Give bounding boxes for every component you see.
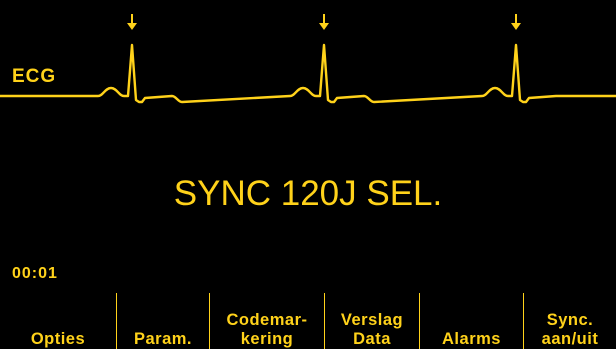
softkey-label-line2: Data (353, 330, 391, 348)
softkey-bar: Opties Param. Codemar- kering Verslag Da… (0, 293, 616, 349)
sync-marker-icon (319, 14, 329, 30)
sync-marker-icon (127, 14, 137, 30)
softkey-label-line2: Opties (30, 330, 86, 348)
softkey-alarms[interactable]: Alarms (420, 293, 523, 349)
ecg-lead-label: ECG (12, 66, 57, 87)
sync-marker-icon (511, 14, 521, 30)
softkey-verslag-data[interactable]: Verslag Data (325, 293, 419, 349)
softkey-label-line2: kering (240, 330, 294, 348)
softkey-label-line1: Verslag (340, 311, 404, 329)
defibrillator-monitor-screen: ECG SYNC 120J SEL. 00:01 Opties Param. C… (0, 0, 616, 349)
softkey-opties[interactable]: Opties (0, 293, 116, 349)
softkey-label-line2: Alarms (442, 330, 501, 348)
ecg-trace (0, 43, 616, 104)
softkey-label-line2: aan/uit (541, 330, 599, 348)
softkey-label-line1: Sync. (546, 311, 594, 329)
ecg-waveform (0, 14, 616, 104)
softkey-codemarkering[interactable]: Codemar- kering (210, 293, 324, 349)
softkey-param[interactable]: Param. (117, 293, 209, 349)
status-message: SYNC 120J SEL. (173, 174, 443, 213)
softkey-label-line2: Param. (133, 330, 193, 348)
elapsed-time: 00:01 (12, 265, 58, 282)
softkey-sync-toggle[interactable]: Sync. aan/uit (524, 293, 616, 349)
softkey-label-line1: Codemar- (226, 311, 308, 329)
